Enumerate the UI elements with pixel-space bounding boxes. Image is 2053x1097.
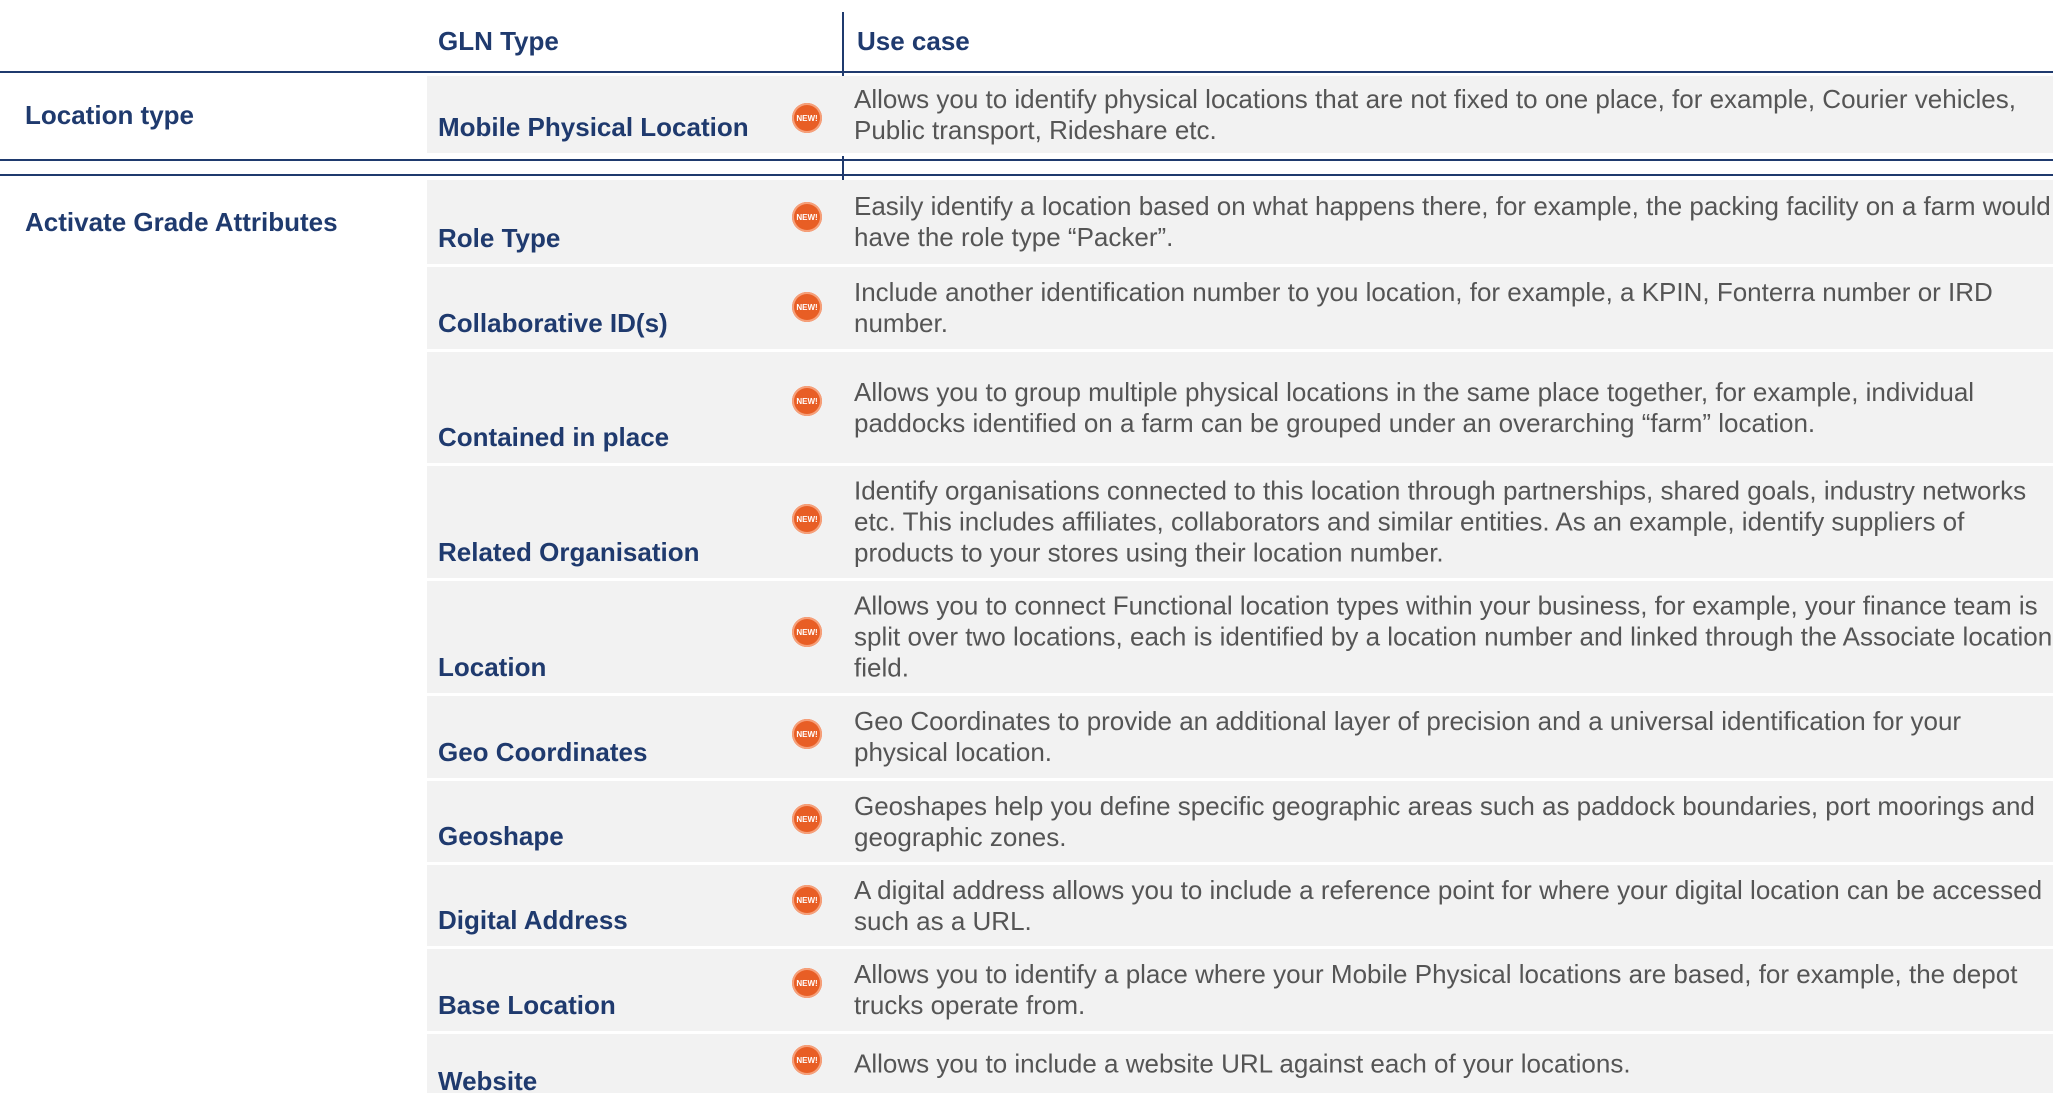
table-row: Geo Coordinates NEW! Geo Coordinates to … — [427, 696, 2053, 781]
gln-type-name: Collaborative ID(s) — [438, 308, 668, 338]
use-case-text: Include another identification number to… — [854, 277, 1993, 338]
use-case-text: Allows you to connect Functional locatio… — [854, 590, 2053, 683]
table-row: Base Location NEW! Allows you to identif… — [427, 949, 2053, 1034]
table-row: Mobile Physical Location NEW! Allows you… — [427, 76, 2053, 156]
table-row: Related Organisation NEW! Identify organ… — [427, 466, 2053, 581]
use-case-text: A digital address allows you to include … — [854, 874, 2043, 936]
header-divider — [0, 71, 2053, 73]
new-badge-icon: NEW! — [792, 386, 822, 416]
use-case-text: Allows you to identify physical location… — [854, 83, 2016, 145]
new-badge-icon: NEW! — [792, 103, 822, 133]
use-case-text: Allows you to group multiple physical lo… — [854, 376, 1975, 438]
new-badge-icon: NEW! — [792, 885, 822, 915]
new-badge-icon: NEW! — [792, 292, 822, 322]
use-case-text: Easily identify a location based on what… — [854, 191, 2051, 252]
gln-type-name: Contained in place — [438, 422, 670, 452]
use-case-text: Allows you to identify a place where you… — [854, 959, 2018, 1020]
gln-type-name: Geoshape — [438, 821, 564, 851]
use-case-text: Geoshapes help you define specific geogr… — [854, 790, 2035, 852]
gln-type-name: Digital Address — [438, 905, 628, 935]
use-case-text: Geo Coordinates to provide an additional… — [854, 706, 1962, 767]
section-location-type: Mobile Physical Location NEW! Allows you… — [427, 76, 2053, 156]
gln-type-name: Location — [438, 652, 547, 682]
use-case-text: Identify organisations connected to this… — [854, 475, 2027, 568]
section-label-location-type: Location type — [25, 100, 195, 130]
new-badge-icon: NEW! — [792, 617, 822, 647]
new-badge-icon: NEW! — [792, 719, 822, 749]
new-badge-icon: NEW! — [792, 968, 822, 998]
new-badge-icon: NEW! — [792, 804, 822, 834]
header-use-case: Use case — [857, 26, 970, 56]
table-row: Collaborative ID(s) NEW! Include another… — [427, 267, 2053, 352]
section-divider — [0, 174, 2053, 176]
new-badge-icon: NEW! — [792, 1045, 822, 1075]
gln-type-name: Geo Coordinates — [438, 737, 648, 767]
gln-type-name: Role Type — [438, 223, 561, 253]
gln-attributes-table: GLN Type Use case Location type Mobile P… — [0, 0, 2053, 1096]
table-row: Geoshape NEW! Geoshapes help you define … — [427, 781, 2053, 865]
use-case-text: Allows you to include a website URL agai… — [854, 1048, 1631, 1078]
gln-type-name: Related Organisation — [438, 537, 700, 567]
section-label-activate-grade-attributes: Activate Grade Attributes — [25, 207, 338, 237]
table-row: Location NEW! Allows you to connect Func… — [427, 581, 2053, 696]
header-gln-type: GLN Type — [438, 26, 559, 56]
table-row: Digital Address NEW! A digital address a… — [427, 865, 2053, 949]
table-row: Role Type NEW! Easily identify a locatio… — [427, 180, 2053, 267]
new-badge-icon: NEW! — [792, 202, 822, 232]
table-row: Contained in place NEW! Allows you to gr… — [427, 352, 2053, 466]
gln-type-name: Mobile Physical Location — [438, 112, 749, 142]
new-badge-icon: NEW! — [792, 504, 822, 534]
section-divider — [0, 159, 2053, 161]
gln-type-name: Base Location — [438, 990, 616, 1020]
section-activate-grade-attributes: Role Type NEW! Easily identify a locatio… — [427, 180, 2053, 1096]
gln-type-name: Website — [438, 1066, 538, 1096]
table-row: Website NEW! Allows you to include a web… — [427, 1034, 2053, 1096]
